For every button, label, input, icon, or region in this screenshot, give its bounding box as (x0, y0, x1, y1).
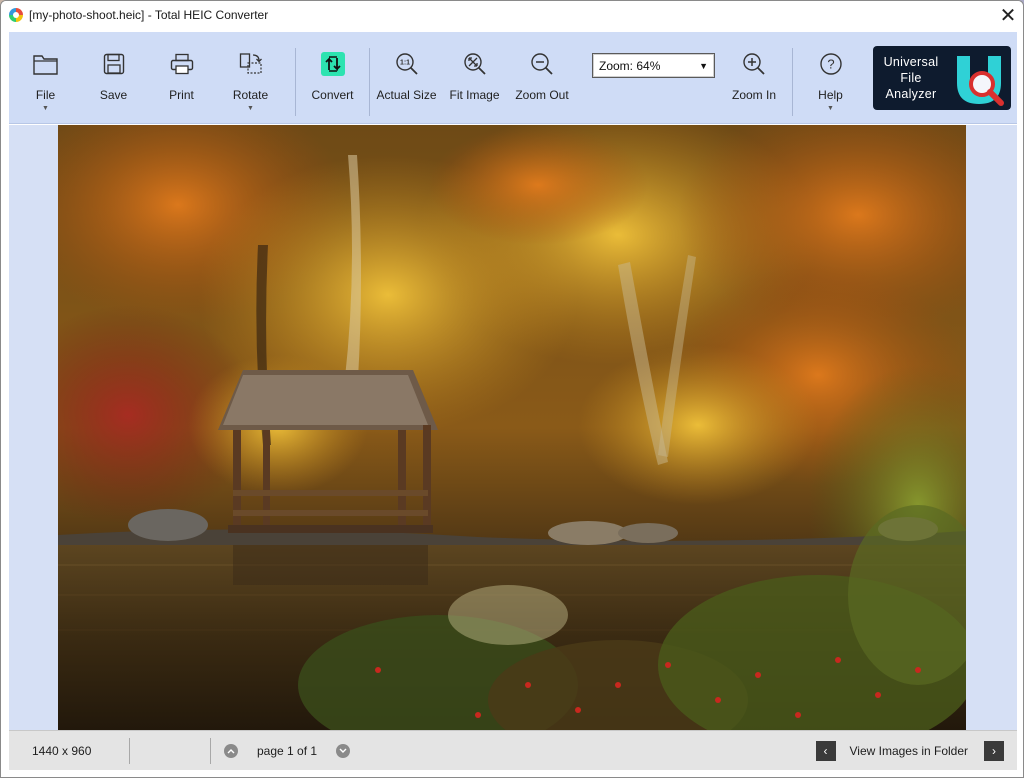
fit-image-button[interactable]: Fit Image (443, 32, 506, 124)
folder-icon (32, 50, 60, 78)
photo-autumn-pond-gazebo-icon (58, 125, 966, 730)
rotate-label: Rotate (232, 88, 269, 102)
actual-size-button[interactable]: 1:1 Actual Size (370, 32, 443, 124)
ad-text: Universal File Analyzer (873, 54, 949, 102)
help-icon: ? (817, 50, 845, 78)
convert-icon (319, 50, 347, 78)
close-icon: ✕ (999, 4, 1017, 27)
ad-line-2: File (900, 71, 922, 85)
file-label: File (35, 88, 56, 102)
convert-button[interactable]: Convert (296, 32, 369, 124)
zoom-select-value: Zoom: 64% (599, 58, 661, 73)
svg-text:1:1: 1:1 (399, 60, 409, 67)
image-dimensions: 1440 x 960 (32, 743, 92, 758)
print-label: Print (169, 88, 194, 102)
help-label: Help (818, 88, 843, 102)
status-bar: 1440 x 960 page 1 of 1 ‹ View Images in … (9, 730, 1017, 770)
next-image-button[interactable]: › (984, 740, 1004, 761)
title-bar: [my-photo-shoot.heic] - Total HEIC Conve… (1, 1, 1023, 29)
rotate-button[interactable]: Rotate ▼ (218, 32, 283, 124)
file-button[interactable]: File ▼ (9, 32, 82, 124)
zoom-in-icon (740, 50, 768, 78)
window-title: [my-photo-shoot.heic] - Total HEIC Conve… (29, 8, 269, 22)
save-icon (100, 50, 128, 78)
fit-image-label: Fit Image (449, 88, 500, 102)
page-up-button[interactable] (224, 743, 238, 758)
zoom-actual-size-icon: 1:1 (393, 50, 421, 78)
magnifier-logo-icon (949, 50, 1005, 106)
dropdown-arrow-icon: ▼ (699, 60, 708, 71)
zoom-out-icon (528, 50, 556, 78)
chevron-down-icon (339, 748, 347, 753)
save-label: Save (99, 88, 128, 102)
page-down-button[interactable] (336, 743, 351, 758)
zoom-out-label: Zoom Out (515, 88, 569, 102)
actual-size-label: Actual Size (376, 88, 437, 102)
rotate-icon (237, 50, 265, 78)
convert-label: Convert (311, 88, 354, 102)
image-viewer[interactable] (9, 125, 1017, 730)
toolbar: File ▼ Save Print Rotate ▼ Convert 1:1 A… (9, 32, 1017, 124)
zoom-in-button[interactable]: Zoom In (725, 32, 783, 124)
svg-text:?: ? (827, 57, 834, 72)
app-window: [my-photo-shoot.heic] - Total HEIC Conve… (0, 0, 1024, 778)
chevron-up-icon (227, 748, 235, 753)
ad-line-3: Analyzer (885, 87, 937, 101)
save-button[interactable]: Save (82, 32, 145, 124)
close-button[interactable]: ✕ (993, 1, 1023, 29)
zoom-select[interactable]: Zoom: 64% ▼ (592, 53, 715, 78)
previous-image-button[interactable]: ‹ (815, 740, 836, 761)
help-button[interactable]: ? Help ▼ (793, 32, 868, 124)
ad-line-1: Universal (883, 55, 939, 69)
page-indicator: page 1 of 1 (257, 743, 318, 758)
printer-icon (168, 50, 196, 78)
chevron-down-icon: ▼ (42, 105, 49, 112)
zoom-in-label: Zoom In (731, 88, 776, 102)
zoom-out-button[interactable]: Zoom Out (506, 32, 578, 124)
chevron-down-icon: ▼ (247, 105, 254, 112)
chevron-down-icon: ▼ (827, 105, 834, 112)
chevron-right-icon: › (992, 743, 996, 758)
universal-file-analyzer-ad[interactable]: Universal File Analyzer (873, 46, 1011, 110)
app-logo-icon (9, 8, 23, 22)
chevron-left-icon: ‹ (823, 743, 828, 758)
view-images-in-folder-link[interactable]: View Images in Folder (850, 744, 969, 758)
zoom-fit-icon (461, 50, 489, 78)
print-button[interactable]: Print (145, 32, 218, 124)
